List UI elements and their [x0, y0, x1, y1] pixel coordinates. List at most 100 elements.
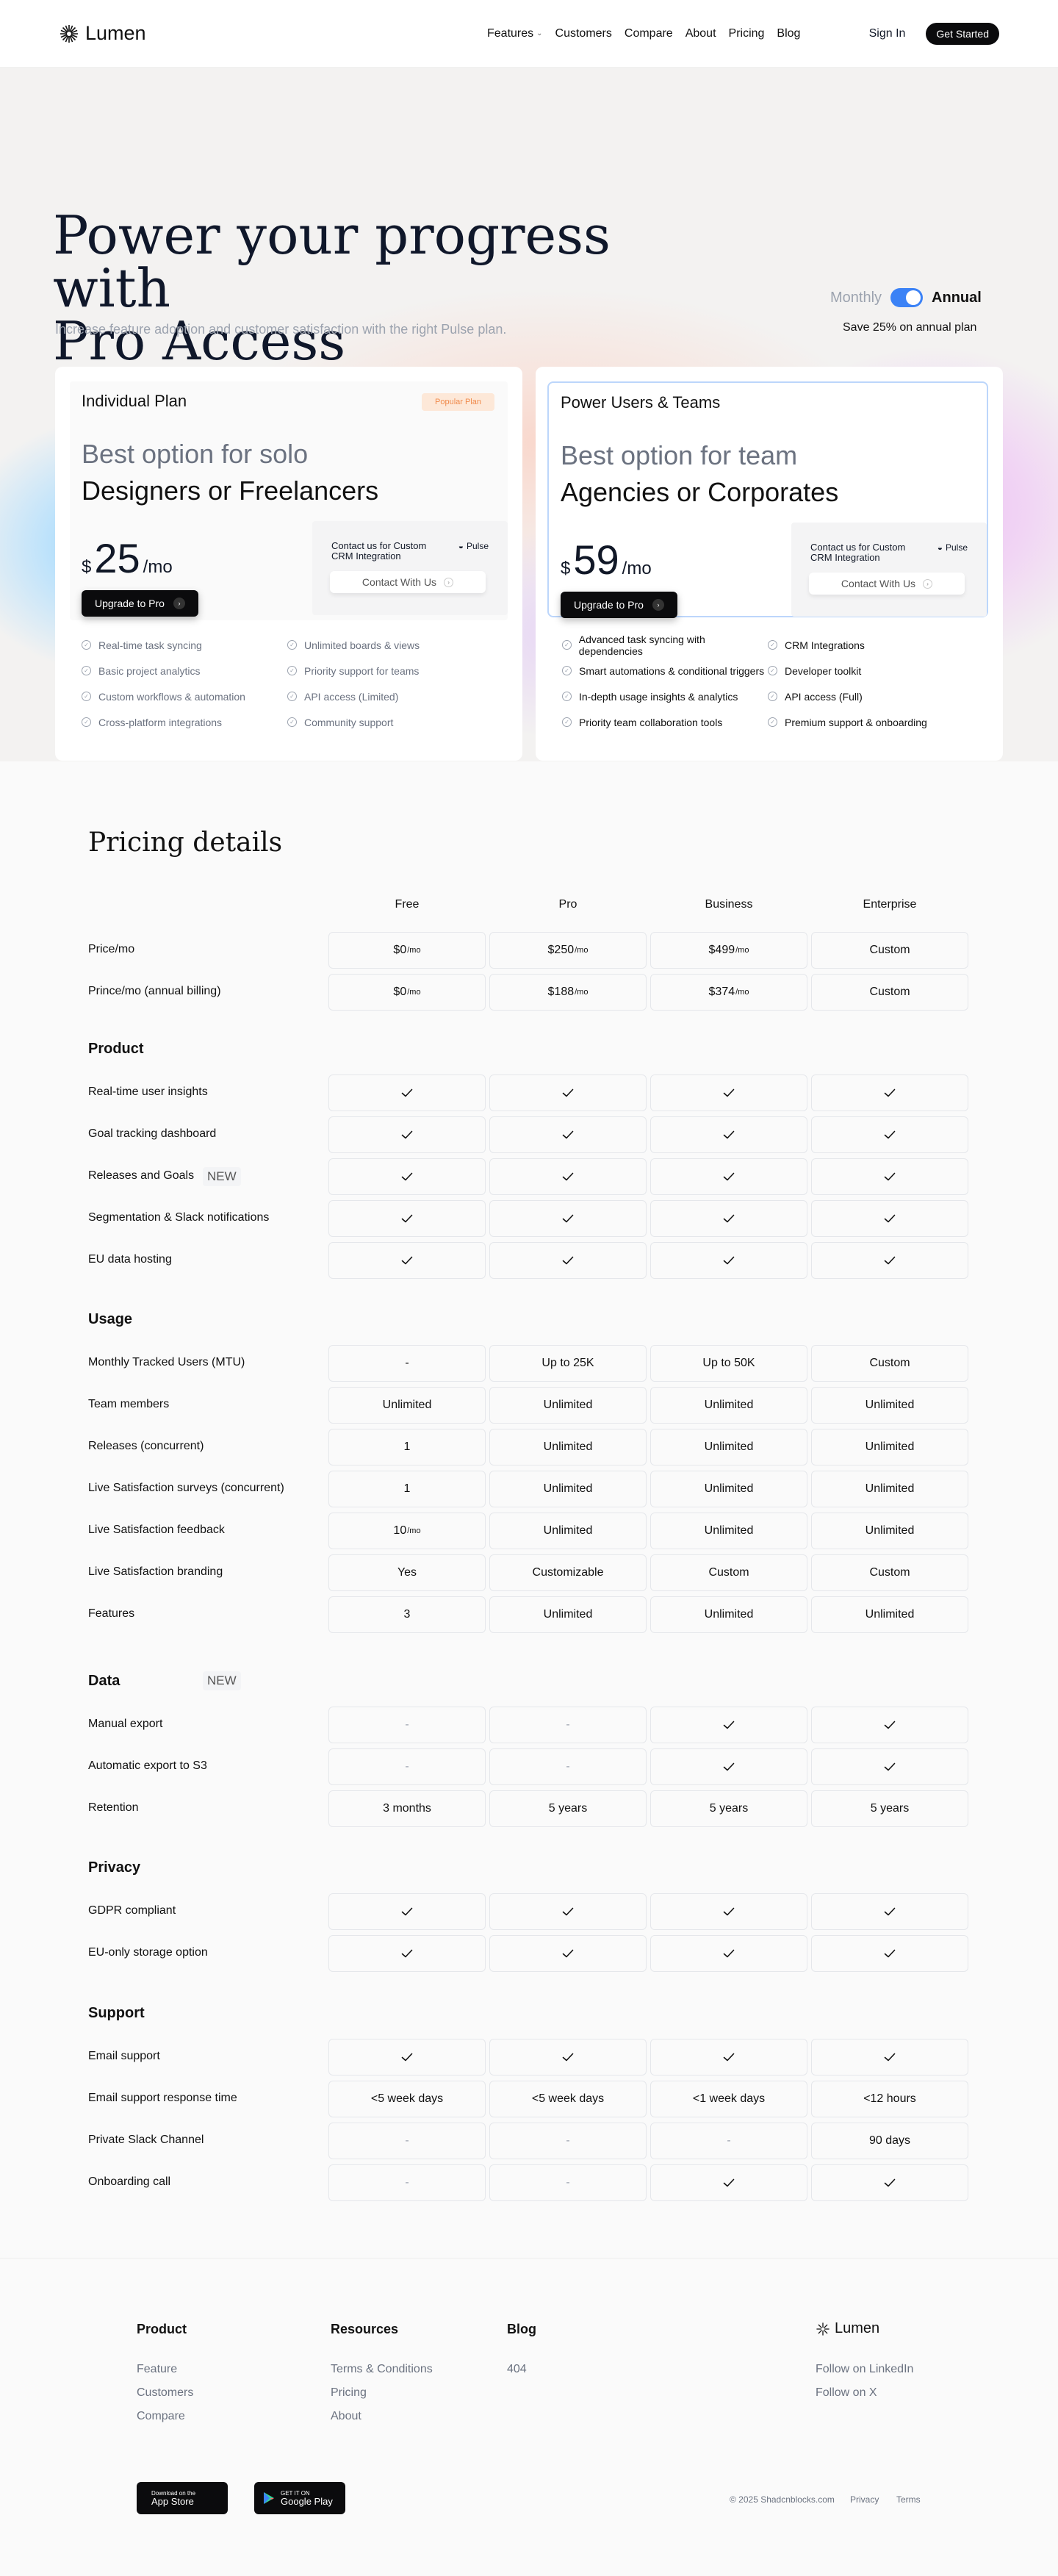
- billing-annual-label[interactable]: Annual: [932, 290, 982, 306]
- dash-cell: -: [489, 1707, 647, 1743]
- column-header-pro: Pro: [558, 898, 577, 911]
- row-label: Segmentation & Slack notifications: [88, 1211, 270, 1224]
- check-icon: [489, 2039, 647, 2075]
- row-label: Automatic export to S3: [88, 1759, 207, 1772]
- section-title-support: Support: [88, 2005, 145, 2021]
- plan-name: Power Users & Teams: [561, 393, 721, 412]
- check-icon: [489, 1935, 647, 1972]
- table-cell: 3: [328, 1596, 486, 1633]
- footer-logo-text: Lumen: [835, 2320, 880, 2336]
- nav-features-label: Features: [487, 26, 534, 40]
- sign-in-link[interactable]: Sign In: [869, 27, 906, 40]
- check-circle-icon: ✓: [82, 666, 91, 675]
- feature-label: Premium support & onboarding: [785, 716, 927, 728]
- table-cell: $0/mo: [328, 932, 486, 969]
- feature-item: ✓ Cross-platform integrations: [82, 716, 287, 728]
- check-icon: [811, 1893, 968, 1930]
- footer-link-404[interactable]: 404: [507, 2363, 527, 2376]
- check-icon: [489, 1116, 647, 1153]
- column-header-free: Free: [395, 898, 420, 911]
- table-cell: <12 hours: [811, 2081, 968, 2117]
- footer-product-title: Product: [137, 2322, 187, 2336]
- check-icon: [811, 1074, 968, 1111]
- check-icon: [489, 1242, 647, 1279]
- nav-compare[interactable]: Compare: [625, 27, 673, 40]
- section-title-privacy: Privacy: [88, 1859, 141, 1876]
- price-amount: 25: [94, 535, 140, 581]
- hero-section: Power your progress with Pro Access Incr…: [0, 68, 1058, 761]
- nav-features[interactable]: Features ⌄: [487, 27, 543, 40]
- check-icon: [811, 1748, 968, 1785]
- terms-link[interactable]: Terms: [896, 2494, 921, 2505]
- follow-linkedin-link[interactable]: Follow on LinkedIn: [816, 2363, 913, 2376]
- get-started-button[interactable]: Get Started: [926, 22, 999, 45]
- table-cell: Custom: [811, 932, 968, 969]
- billing-toggle[interactable]: [890, 288, 924, 307]
- logo[interactable]: Lumen: [59, 22, 146, 45]
- contact-button[interactable]: Contact With Us ›: [809, 573, 965, 595]
- contact-button[interactable]: Contact With Us ›: [330, 571, 486, 593]
- check-icon: [650, 1748, 807, 1785]
- app-store-text: App Store: [151, 2495, 194, 2507]
- footer-link-pricing[interactable]: Pricing: [331, 2386, 367, 2400]
- check-circle-icon: ✓: [287, 640, 297, 650]
- check-icon: [328, 1242, 486, 1279]
- hero-title: Power your progress with Pro Access: [53, 209, 714, 367]
- table-cell: Custom: [811, 1554, 968, 1591]
- footer-link-feature[interactable]: Feature: [137, 2363, 177, 2376]
- feature-item: ✓ Smart automations & conditional trigger…: [562, 665, 768, 677]
- nav-pricing[interactable]: Pricing: [729, 27, 765, 40]
- check-icon: [811, 1116, 968, 1153]
- row-label: Price/mo: [88, 943, 135, 955]
- footer-link-terms[interactable]: Terms & Conditions: [331, 2363, 433, 2376]
- nav-customers[interactable]: Customers: [555, 27, 612, 40]
- feature-item: ✓ API access (Limited): [287, 690, 493, 703]
- contact-text: Contact us for Custom CRM Integration: [810, 542, 906, 563]
- plan-best-for: Best option for team: [561, 440, 798, 470]
- section-title-data: Data: [88, 1673, 120, 1689]
- feature-label: Advanced task syncing with dependencies: [578, 633, 705, 657]
- table-cell: Unlimited: [811, 1513, 968, 1549]
- table-cell: Customizable: [489, 1554, 647, 1591]
- check-icon: [650, 1242, 807, 1279]
- pulse-brand: ◒ Pulse: [938, 542, 968, 553]
- billing-monthly-label[interactable]: Monthly: [830, 290, 882, 306]
- nav-blog[interactable]: Blog: [777, 27, 800, 40]
- check-icon: [811, 1242, 968, 1279]
- row-label: Email support response time: [88, 2092, 237, 2104]
- check-icon: [328, 1158, 486, 1195]
- footer-link-about[interactable]: About: [331, 2410, 361, 2423]
- contact-text: Contact us for Custom CRM Integration: [331, 540, 427, 562]
- feature-label: Custom workflows & automation: [98, 690, 245, 703]
- check-icon: [811, 2039, 968, 2075]
- check-circle-icon: ✓: [287, 666, 297, 675]
- feature-label: Cross-platform integrations: [98, 716, 223, 728]
- check-icon: [811, 2164, 968, 2201]
- row-label: Prince/mo (annual billing): [88, 985, 221, 997]
- footer-link-compare[interactable]: Compare: [137, 2410, 185, 2423]
- google-play-button[interactable]: GET IT ON Google Play: [254, 2482, 345, 2514]
- new-badge: NEW: [203, 1671, 241, 1690]
- row-label: Email support: [88, 2050, 160, 2062]
- plan-card-header: Power Users & Teams Best option for team…: [547, 381, 988, 618]
- footer-link-customers[interactable]: Customers: [137, 2386, 193, 2400]
- privacy-link[interactable]: Privacy: [850, 2494, 879, 2505]
- nav-about[interactable]: About: [685, 27, 716, 40]
- follow-x-link[interactable]: Follow on X: [816, 2386, 877, 2400]
- feature-label: In-depth usage insights & analytics: [579, 690, 738, 703]
- footer-logo[interactable]: Lumen: [816, 2320, 879, 2337]
- check-icon: [489, 1158, 647, 1195]
- table-cell: Unlimited: [328, 1387, 486, 1424]
- top-navbar: Lumen Features ⌄ Customers Compare About …: [0, 0, 1058, 68]
- table-cell: Custom: [811, 974, 968, 1011]
- upgrade-button[interactable]: Upgrade to Pro ›: [561, 592, 677, 618]
- price-period: /mo: [622, 559, 652, 578]
- app-store-button[interactable]: Download on the App Store: [137, 2482, 228, 2514]
- dash-cell: -: [489, 2123, 647, 2159]
- contact-button-label: Contact With Us: [361, 576, 437, 588]
- feature-label: API access (Limited): [304, 690, 399, 703]
- dash-cell: -: [328, 1748, 486, 1785]
- table-cell: Unlimited: [650, 1513, 807, 1549]
- contact-button-label: Contact With Us: [841, 578, 916, 589]
- upgrade-button[interactable]: Upgrade to Pro ›: [82, 590, 198, 617]
